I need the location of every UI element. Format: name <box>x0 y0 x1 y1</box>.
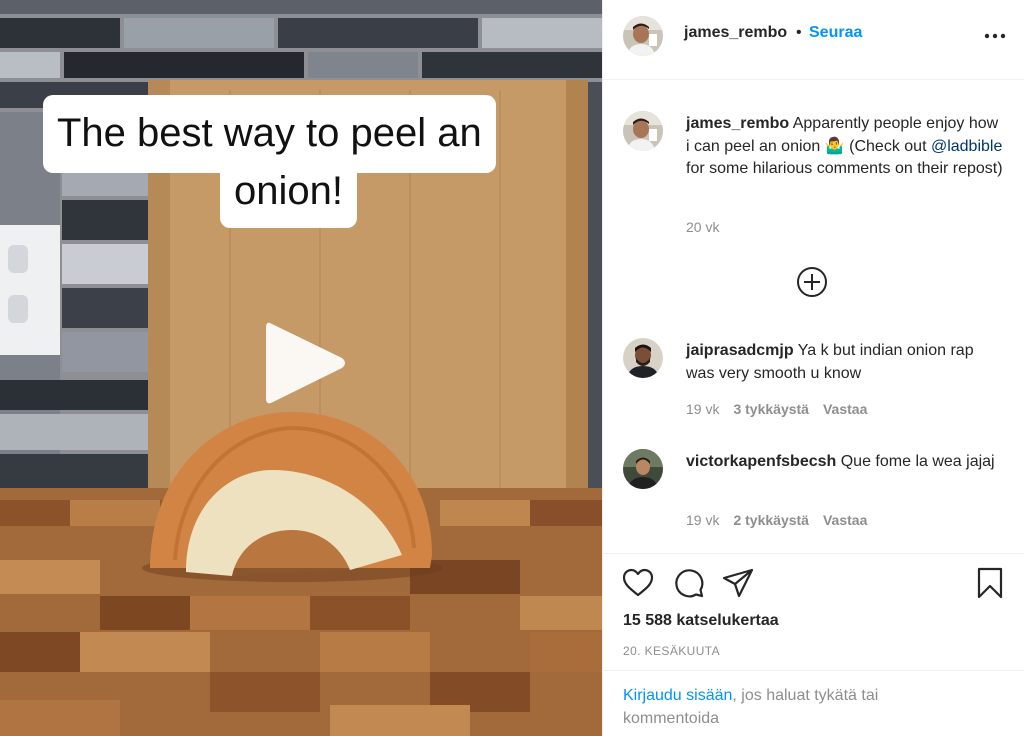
login-text: Kirjaudu sisään, jos haluat tykätä tai k… <box>623 685 953 730</box>
heart-icon[interactable] <box>621 566 655 600</box>
mention-link[interactable]: @ladbible <box>931 138 1002 155</box>
comment-username[interactable]: jaiprasadcmjp <box>686 342 794 359</box>
comment-meta: 19 vk 2 tykkäystä Vastaa <box>686 512 881 528</box>
caption-body-end: for some hilarious comments on their rep… <box>686 160 1003 178</box>
commenter-avatar[interactable] <box>623 449 663 489</box>
video-player[interactable]: The best way to peel an onion! <box>0 0 602 736</box>
caption-username[interactable]: james_rembo <box>686 115 789 132</box>
comment-meta: 19 vk 3 tykkäystä Vastaa <box>686 401 881 417</box>
reply-button[interactable]: Vastaa <box>823 512 867 528</box>
login-link[interactable]: Kirjaudu sisään <box>623 687 732 704</box>
commenter-avatar[interactable] <box>623 338 663 378</box>
comment-likes[interactable]: 2 tykkäystä <box>733 512 809 528</box>
action-bar: 15 588 katselukertaa 20. KESÄKUUTA <box>603 553 1024 670</box>
comment-body: Que fome la wea jajaj <box>840 453 995 470</box>
author-avatar[interactable] <box>623 16 663 56</box>
bookmark-icon[interactable] <box>973 566 1007 600</box>
post-header: james_rembo • Seuraa <box>603 0 1024 80</box>
follow-button[interactable]: Seuraa <box>809 24 862 42</box>
comment-username[interactable]: victorkapenfsbecsh <box>686 453 836 470</box>
plus-circle-icon[interactable] <box>796 266 828 298</box>
author-avatar[interactable] <box>623 111 663 151</box>
share-icon[interactable] <box>721 566 755 600</box>
comment-age[interactable]: 19 vk <box>686 401 719 417</box>
more-horizontal-icon[interactable] <box>983 26 1007 46</box>
header-separator: • <box>796 24 802 41</box>
caption-text: james_rembo Apparently people enjoy how … <box>686 113 1006 181</box>
view-count[interactable]: 15 588 katselukertaa <box>623 612 779 630</box>
post-date[interactable]: 20. KESÄKUUTA <box>623 644 720 658</box>
comment-text: victorkapenfsbecsh Que fome la wea jajaj <box>686 451 1006 474</box>
comment-icon[interactable] <box>672 566 706 600</box>
play-icon[interactable] <box>262 318 348 408</box>
comment-text: jaiprasadcmjp Ya k but indian onion rap … <box>686 340 1006 385</box>
comment-likes[interactable]: 3 tykkäystä <box>733 401 809 417</box>
caption-age[interactable]: 20 vk <box>686 219 719 235</box>
post-side-panel: james_rembo • Seuraa james_rembo Apparen… <box>602 0 1024 736</box>
comment-age[interactable]: 19 vk <box>686 512 719 528</box>
caption-meta: 20 vk <box>686 219 733 235</box>
author-username[interactable]: james_rembo <box>684 24 787 42</box>
login-prompt: Kirjaudu sisään, jos haluat tykätä tai k… <box>603 670 1024 736</box>
video-caption-line2: onion! <box>220 160 357 228</box>
reply-button[interactable]: Vastaa <box>823 401 867 417</box>
